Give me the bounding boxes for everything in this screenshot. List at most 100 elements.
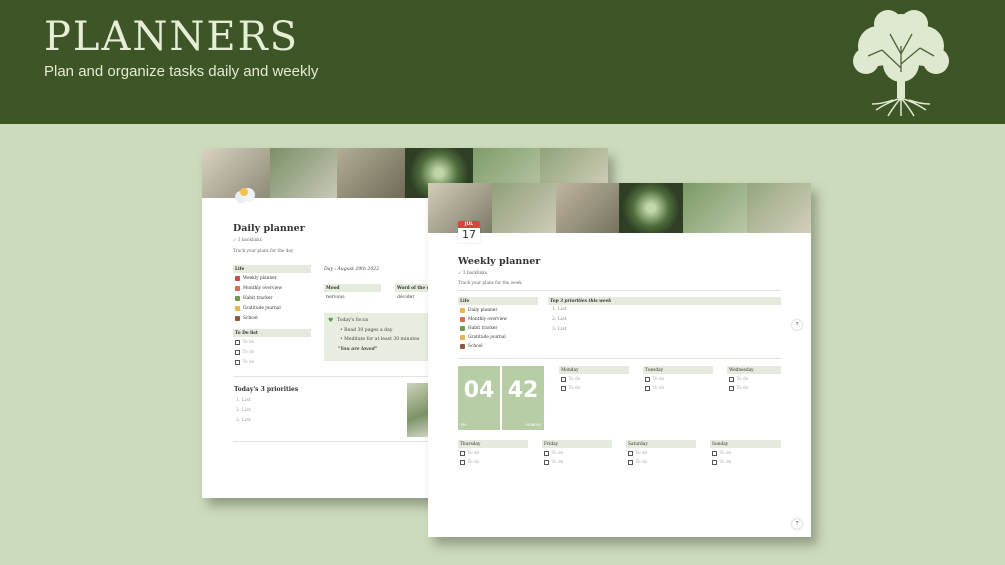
todo-checkbox[interactable] bbox=[645, 386, 650, 391]
calendar-icon bbox=[460, 317, 465, 322]
sprout-icon bbox=[460, 326, 465, 331]
todo-checkbox[interactable] bbox=[645, 377, 650, 382]
weekly-title: Weekly planner bbox=[458, 256, 541, 267]
top-priority-item[interactable]: 3. List bbox=[552, 327, 567, 332]
tree-logo-icon bbox=[853, 10, 949, 117]
pencil-icon bbox=[235, 306, 240, 311]
day-header-thursday: Thursday bbox=[458, 440, 528, 448]
divider bbox=[233, 376, 429, 377]
weekly-life-item[interactable]: Gratitude journal bbox=[460, 335, 506, 340]
todo-checkbox[interactable] bbox=[561, 386, 566, 391]
word-of-day-value: décider bbox=[397, 295, 415, 300]
focus-item: • Meditate for at least 30 minutes bbox=[340, 337, 420, 342]
day-todo-item[interactable]: To do bbox=[460, 460, 479, 465]
day-header-monday: Monday bbox=[559, 366, 629, 374]
sun-icon bbox=[460, 308, 465, 313]
todo-checkbox[interactable] bbox=[712, 451, 717, 456]
daily-backlinks[interactable]: ↙ 3 backlinks bbox=[233, 237, 262, 242]
daily-day-line: Day : August 29th 2022 bbox=[324, 267, 380, 272]
day-header-tuesday: Tuesday bbox=[643, 366, 713, 374]
weekly-life-item[interactable]: Daily planner bbox=[460, 308, 497, 313]
day-todo-item[interactable]: To do bbox=[628, 460, 647, 465]
daily-life-item[interactable]: Gratitude journal bbox=[235, 306, 281, 311]
help-button[interactable]: ? bbox=[792, 519, 802, 529]
todo-checkbox[interactable] bbox=[460, 460, 465, 465]
priority-item[interactable]: 2. List bbox=[236, 408, 251, 413]
sprout-icon bbox=[235, 296, 240, 301]
daily-todo-item[interactable]: To do bbox=[235, 350, 254, 355]
top-priority-item[interactable]: 1. List bbox=[552, 307, 567, 312]
day-todo-item[interactable]: To do bbox=[460, 451, 479, 456]
clock-hours-panel: 04 PM bbox=[458, 366, 500, 430]
todo-checkbox[interactable] bbox=[712, 460, 717, 465]
daily-todo-header: To Do list bbox=[233, 329, 311, 337]
focus-item: • Read 30 pages a day bbox=[340, 328, 393, 333]
todo-checkbox[interactable] bbox=[544, 451, 549, 456]
day-header-wednesday: Wednesday bbox=[727, 366, 781, 374]
focus-title: Today's focus bbox=[337, 318, 369, 323]
priorities-title: Today's 3 priorities bbox=[234, 386, 299, 393]
day-todo-item[interactable]: To do bbox=[712, 451, 731, 456]
day-header-saturday: Saturday bbox=[626, 440, 696, 448]
day-todo-item[interactable]: To do bbox=[544, 451, 563, 456]
mood-header: Mood bbox=[324, 284, 381, 292]
daily-life-item[interactable]: Weekly planner bbox=[235, 276, 277, 281]
todo-checkbox[interactable] bbox=[729, 386, 734, 391]
todo-checkbox[interactable] bbox=[544, 460, 549, 465]
day-todo-item[interactable]: To do bbox=[729, 377, 748, 382]
day-todo-item[interactable]: To do bbox=[628, 451, 647, 456]
school-icon bbox=[460, 344, 465, 349]
calendar-icon bbox=[235, 276, 240, 281]
todo-checkbox[interactable] bbox=[460, 451, 465, 456]
daily-todo-item[interactable]: To do bbox=[235, 360, 254, 365]
divider bbox=[233, 441, 429, 442]
page-subtitle: Plan and organize tasks daily and weekly bbox=[44, 63, 319, 80]
weekly-backlinks[interactable]: ↙ 3 backlinks bbox=[458, 270, 487, 275]
priority-item[interactable]: 1. List bbox=[236, 398, 251, 403]
todo-checkbox[interactable] bbox=[561, 377, 566, 382]
todo-checkbox[interactable] bbox=[729, 377, 734, 382]
day-todo-item[interactable]: To do bbox=[729, 386, 748, 391]
day-todo-item[interactable]: To do bbox=[712, 460, 731, 465]
priority-item[interactable]: 3. List bbox=[236, 418, 251, 423]
day-header-friday: Friday bbox=[542, 440, 612, 448]
top-priority-item[interactable]: 2. List bbox=[552, 317, 567, 322]
focus-quote: "You are loved" bbox=[338, 347, 378, 352]
cloud-icon bbox=[235, 188, 255, 203]
weekly-description: Track your plans for the week bbox=[458, 280, 522, 285]
todo-checkbox[interactable] bbox=[235, 360, 240, 365]
daily-life-item[interactable]: School bbox=[235, 316, 258, 321]
weekly-life-item[interactable]: Monthly overview bbox=[460, 317, 507, 322]
todo-checkbox[interactable] bbox=[628, 460, 633, 465]
weekly-life-item[interactable]: Habit tracker bbox=[460, 326, 497, 331]
weekly-life-item[interactable]: School bbox=[460, 344, 483, 349]
daily-life-item[interactable]: Monthly overview bbox=[235, 286, 282, 291]
day-todo-item[interactable]: To do bbox=[544, 460, 563, 465]
day-todo-item[interactable]: To do bbox=[561, 386, 580, 391]
divider bbox=[458, 358, 781, 359]
calendar-icon: JUL 17 bbox=[458, 221, 480, 243]
todo-checkbox[interactable] bbox=[628, 451, 633, 456]
day-todo-item[interactable]: To do bbox=[645, 377, 664, 382]
pencil-icon bbox=[460, 335, 465, 340]
help-button[interactable]: ? bbox=[792, 320, 802, 330]
daily-life-header: Life bbox=[233, 265, 311, 273]
daily-life-item[interactable]: Habit tracker bbox=[235, 296, 272, 301]
day-todo-item[interactable]: To do bbox=[645, 386, 664, 391]
calendar-icon bbox=[235, 286, 240, 291]
page-title: PLANNERS bbox=[44, 14, 300, 60]
weekly-life-header: Life bbox=[458, 297, 538, 305]
daily-description: Track your plans for the day bbox=[233, 248, 294, 253]
daily-todo-item[interactable]: To do bbox=[235, 340, 254, 345]
green-heart-icon: ♥ bbox=[328, 317, 334, 324]
clock-minutes-panel: 42 MONDAY bbox=[502, 366, 544, 430]
weekly-cover-image bbox=[428, 183, 811, 233]
weekly-planner-card[interactable]: JUL 17 Weekly planner ↙ 3 backlinks Trac… bbox=[428, 183, 811, 537]
mood-value: nervous bbox=[326, 295, 345, 300]
divider bbox=[458, 290, 781, 291]
day-todo-item[interactable]: To do bbox=[561, 377, 580, 382]
todo-checkbox[interactable] bbox=[235, 340, 240, 345]
todo-checkbox[interactable] bbox=[235, 350, 240, 355]
daily-title: Daily planner bbox=[233, 223, 305, 234]
top-priorities-header: Top 3 priorities this week bbox=[548, 297, 781, 305]
